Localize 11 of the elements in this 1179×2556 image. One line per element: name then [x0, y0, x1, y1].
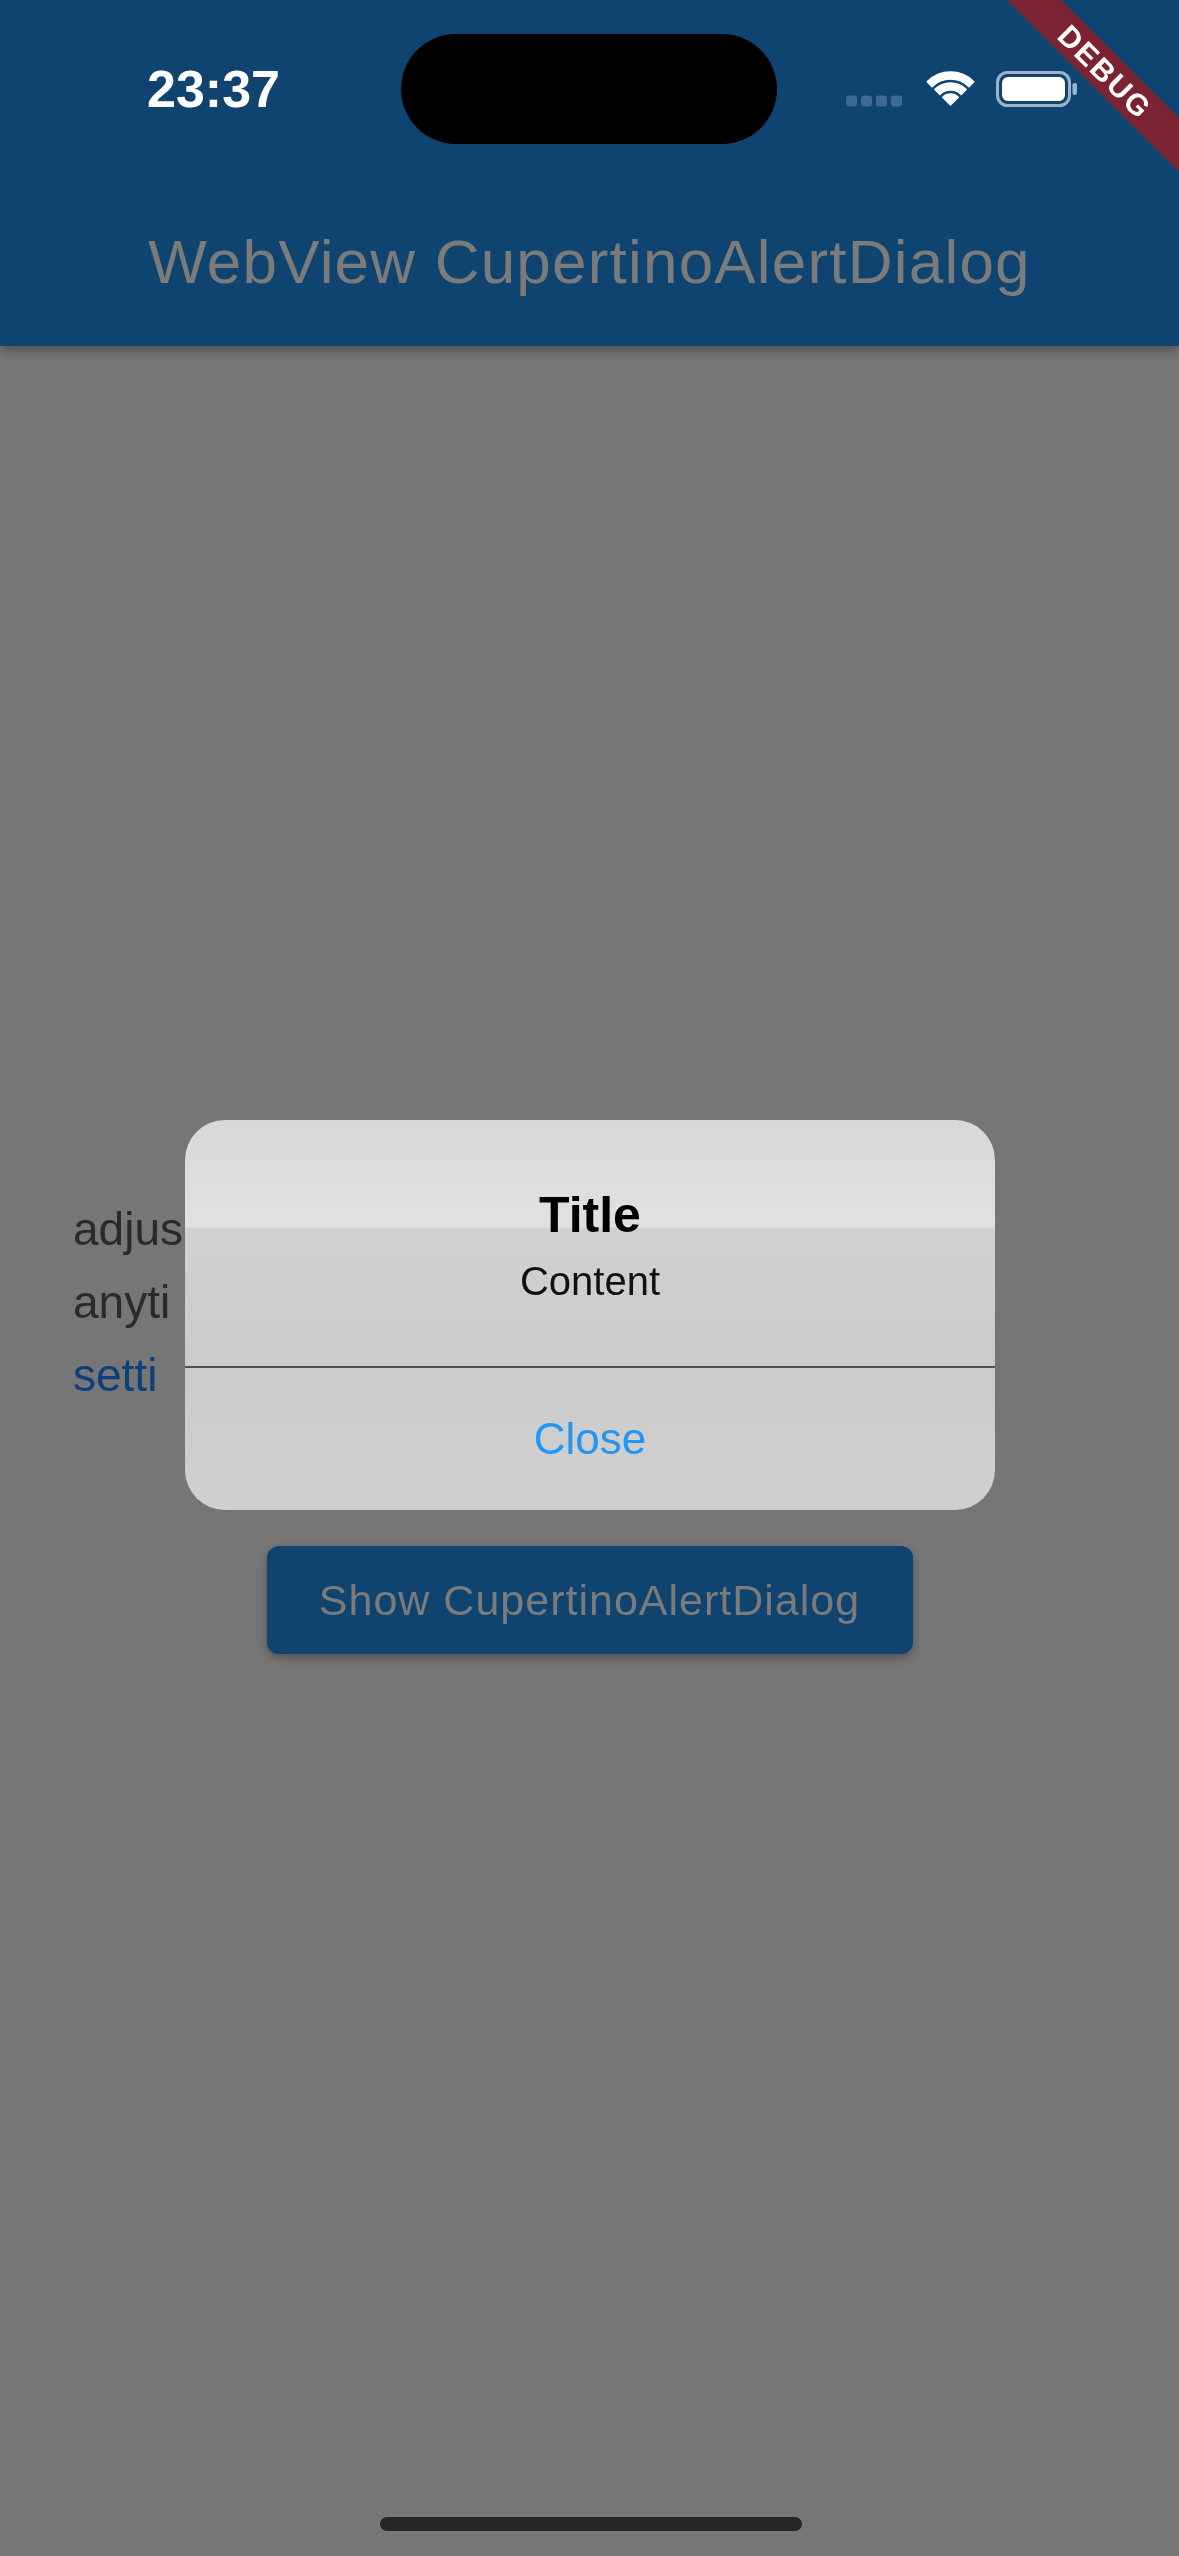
- app-bar-title: WebView CupertinoAlertDialog: [148, 225, 1031, 298]
- wifi-icon: [925, 70, 976, 107]
- show-dialog-button[interactable]: Show CupertinoAlertDialog: [266, 1546, 913, 1654]
- page-text: adjus: [73, 1202, 183, 1257]
- status-time: 23:37: [147, 58, 280, 119]
- dialog-content: Content: [519, 1258, 661, 1305]
- dialog-title: Title: [539, 1186, 641, 1244]
- link-text[interactable]: setti: [73, 1339, 158, 1412]
- cellular-signal-icon: [846, 94, 902, 107]
- page-text: anyti: [73, 1275, 171, 1330]
- close-button[interactable]: Close: [533, 1413, 647, 1465]
